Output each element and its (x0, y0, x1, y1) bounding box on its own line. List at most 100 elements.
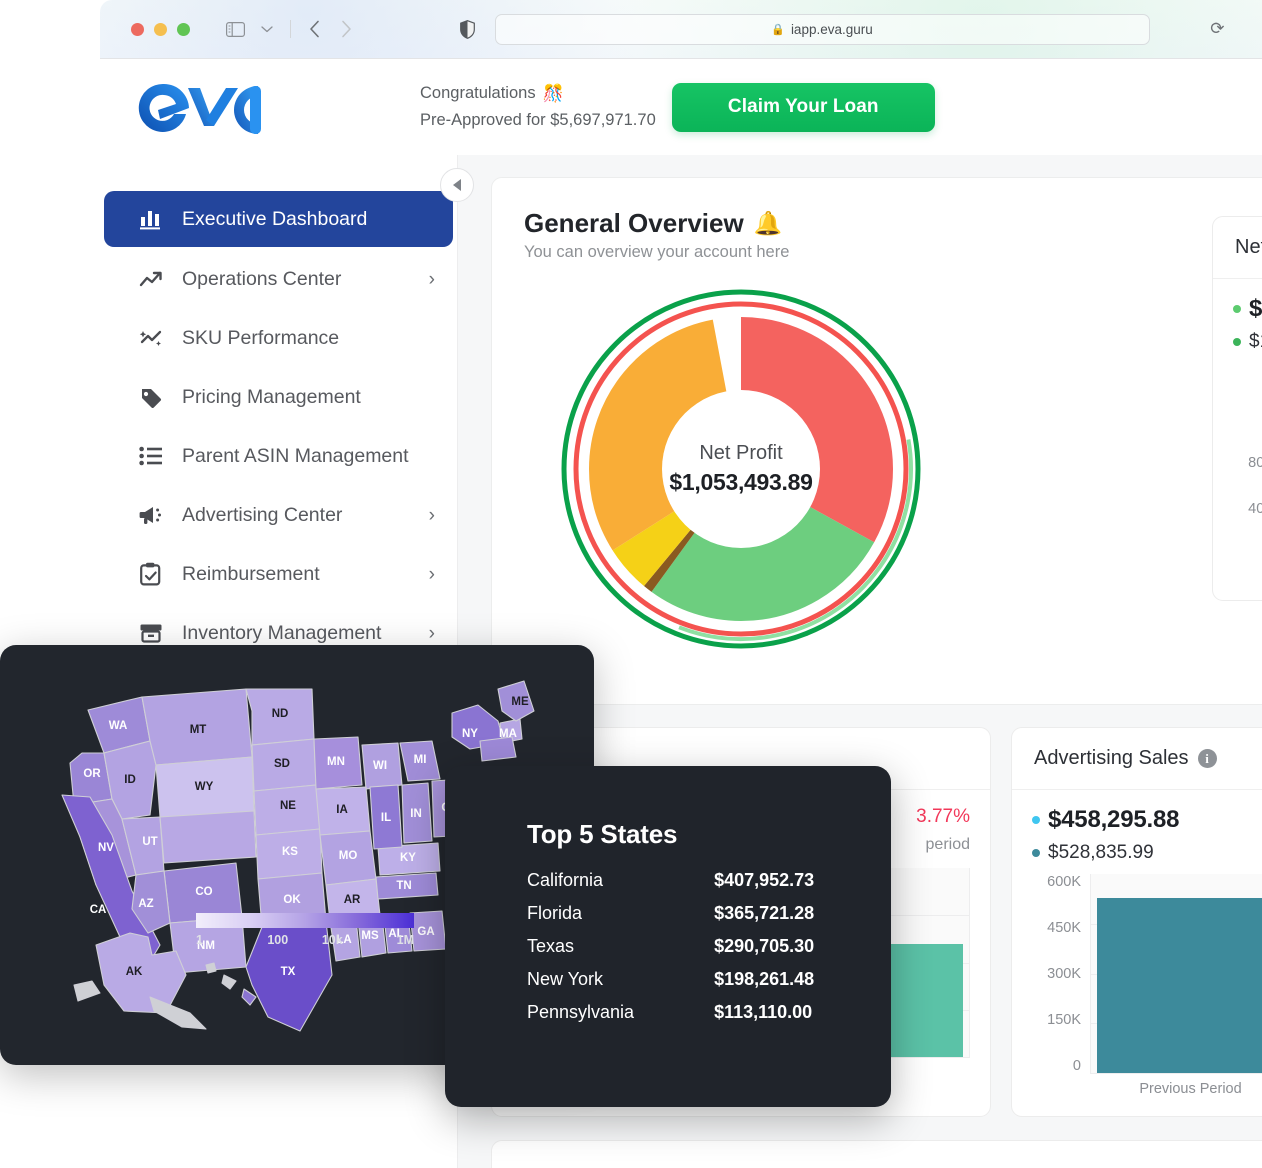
page-title-text: General Overview (524, 208, 744, 238)
bell-icon: 🔔 (753, 210, 783, 236)
minimize-window-button[interactable] (154, 22, 167, 36)
legend-tick: 1 (196, 933, 203, 947)
url-text: iapp.eva.guru (790, 21, 873, 37)
state-value: $365,721.28 (714, 903, 815, 923)
aleutian-islands (73, 980, 101, 1002)
state-value: $113,110.00 (714, 1002, 813, 1022)
sidebar-item-operations-center[interactable]: Operations Center › (104, 252, 453, 306)
svg-text:NV: NV (98, 842, 114, 854)
window-controls[interactable] (131, 22, 190, 36)
sidebar-item-advertising-center[interactable]: Advertising Center › (104, 488, 453, 542)
sidebar-item-parent-asin-management[interactable]: Parent ASIN Management (104, 429, 453, 483)
y-tick: 0 (1233, 547, 1262, 563)
sidebar-item-label: Advertising Center (182, 503, 343, 526)
forward-arrow-icon[interactable] (331, 14, 361, 44)
maximize-window-button[interactable] (177, 22, 190, 36)
sidebar-item-label: Pricing Management (182, 385, 361, 408)
x-tick-previous-period: Previous Period (1139, 1081, 1242, 1097)
trending-up-icon (138, 266, 164, 292)
sidebar-item-sku-performance[interactable]: SKU Performance (104, 311, 453, 365)
toolbar-divider (290, 20, 291, 38)
advertising-current-value: $458,295.88 (1048, 806, 1180, 833)
svg-text:IL: IL (381, 812, 391, 824)
sparkle-chart-icon (138, 325, 164, 351)
advertising-plot-area (1090, 874, 1262, 1074)
net-profit-donut-chart[interactable]: Net Profit $1,053,493.89 (558, 286, 924, 652)
advertising-sales-card-title: Advertising Sales i (1012, 728, 1262, 790)
table-row: Pennsylvania $113,110.00 (527, 996, 814, 1029)
congrats-line2: Pre-Approved for $5,697,971.70 (420, 111, 656, 130)
svg-text:TX: TX (281, 966, 296, 978)
legend-tick: 10k (321, 933, 343, 947)
address-bar[interactable]: 🔒 iapp.eva.guru ⟳ (494, 13, 1225, 45)
sidebar-item-label: Inventory Management (182, 621, 382, 644)
advertising-current-row: $458,295.88 (1032, 806, 1262, 834)
browser-toolbar: 🔒 iapp.eva.guru ⟳ (100, 0, 1262, 59)
svg-text:IN: IN (410, 808, 422, 820)
chevron-right-icon: › (428, 563, 435, 585)
svg-text:MA: MA (499, 728, 517, 740)
chevron-down-icon[interactable] (252, 14, 282, 44)
top-5-states-tooltip: Top 5 States California $407,952.73 Flor… (445, 766, 891, 1107)
eva-logo[interactable] (134, 74, 280, 141)
app-header: Congratulations 🎊 Pre-Approved for $5,69… (100, 59, 1262, 155)
advertising-bar-chart[interactable]: 600K 450K 300K 150K 0 (1032, 874, 1262, 1074)
clipboard-check-icon (138, 561, 164, 587)
close-window-button[interactable] (131, 22, 144, 36)
advertising-previous-value: $528,835.99 (1048, 842, 1154, 863)
sidebar-toggle-icon[interactable] (220, 14, 250, 44)
claim-your-loan-button[interactable]: Claim Your Loan (671, 82, 935, 132)
state-HI-3 (241, 988, 257, 1006)
current-legend-dot (1032, 816, 1040, 824)
state-HI-1 (205, 962, 217, 974)
svg-text:MT: MT (190, 724, 207, 736)
sidebar-item-reimbursement[interactable]: Reimbursement › (104, 547, 453, 601)
y-tick: 600K (1047, 874, 1081, 890)
svg-text:CO: CO (195, 886, 212, 898)
svg-text:NE: NE (280, 800, 296, 812)
sales-note: period (925, 836, 970, 853)
y-tick: 2M (1233, 363, 1262, 379)
alaska-panhandle (149, 996, 207, 1030)
shield-icon[interactable] (459, 19, 475, 39)
bar-previous-period[interactable] (1097, 897, 1262, 1073)
lock-icon: 🔒 (771, 23, 785, 36)
chevron-right-icon: › (428, 622, 435, 644)
net-profit-card-title: Net Profit i (1213, 217, 1262, 279)
svg-text:AZ: AZ (138, 898, 153, 910)
state-name: Pennsylvania (527, 1002, 635, 1022)
svg-text:GA: GA (417, 926, 434, 938)
state-name: Texas (527, 936, 575, 956)
donut-center-label: Net Profit (699, 442, 783, 464)
svg-text:ND: ND (272, 708, 289, 720)
bar-chart-icon (138, 206, 164, 232)
collapse-sidebar-button[interactable] (440, 168, 474, 202)
state-name: California (527, 870, 604, 890)
net-profit-current-value: $1,053,493.89 (1249, 295, 1262, 322)
net-profit-title-text: Net Profit (1235, 236, 1262, 258)
sidebar-item-executive-dashboard[interactable]: Executive Dashboard (104, 191, 453, 247)
back-arrow-icon[interactable] (299, 14, 329, 44)
svg-text:MO: MO (339, 850, 358, 862)
info-icon[interactable]: i (1197, 749, 1217, 768)
svg-text:WY: WY (195, 781, 214, 793)
sidebar-item-pricing-management[interactable]: Pricing Management (104, 370, 453, 424)
congrats-line1: Congratulations (420, 84, 536, 103)
svg-text:OR: OR (83, 768, 101, 780)
net-profit-bar-chart[interactable]: 2M 1M 800K 400K 0 (1233, 363, 1262, 563)
sidebar-item-label: SKU Performance (182, 326, 340, 349)
megaphone-icon (138, 502, 164, 528)
list-icon (138, 443, 164, 469)
net-profit-y-axis: 2M 1M 800K 400K 0 (1233, 363, 1262, 563)
reload-icon[interactable]: ⟳ (1210, 19, 1224, 39)
svg-text:TN: TN (396, 880, 411, 892)
state-WY2 (159, 810, 257, 864)
sidebar-item-label: Parent ASIN Management (182, 444, 409, 467)
chevron-right-icon: › (428, 268, 435, 290)
advertising-sales-title-text: Advertising Sales (1034, 747, 1189, 769)
y-tick: 0 (1072, 1058, 1081, 1074)
svg-text:OK: OK (283, 894, 301, 906)
legend-tick: 100 (267, 933, 289, 947)
svg-text:ID: ID (124, 774, 136, 786)
state-value: $407,952.73 (714, 870, 815, 890)
